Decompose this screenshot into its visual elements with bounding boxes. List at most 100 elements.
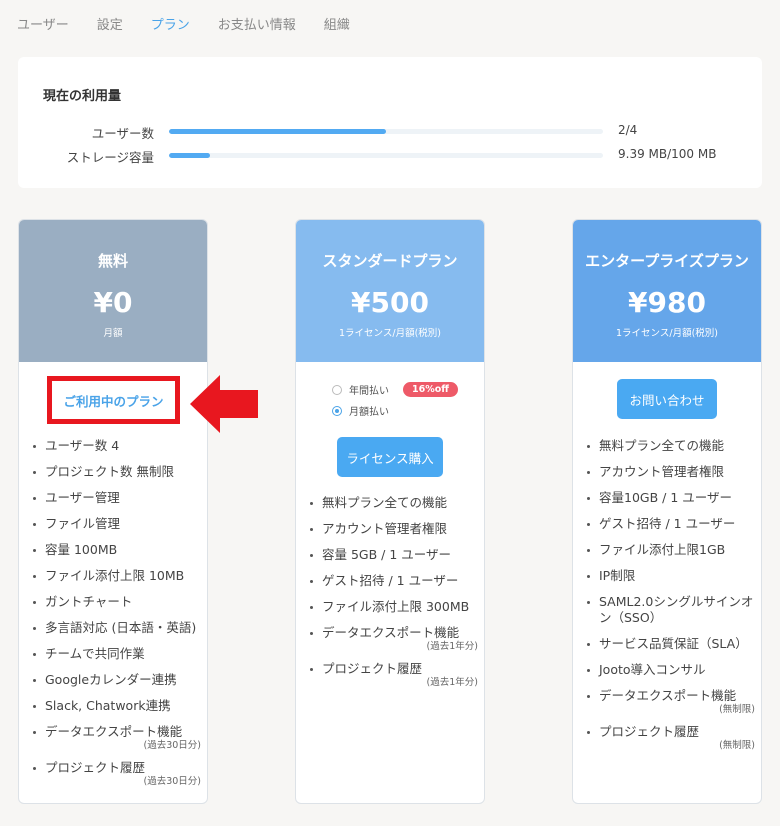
contact-us-button[interactable]: お問い合わせ [617, 379, 717, 419]
feature-item: SAML2.0シングルサインオン（SSO） [585, 594, 755, 626]
feature-text: データエクスポート機能 [599, 688, 737, 703]
usage-panel: 現在の利用量 ユーザー数 2/4 ストレージ容量 9.39 MB/100 MB [18, 57, 762, 188]
feature-item: ファイル添付上限 10MB [31, 568, 201, 584]
billing-yearly-label: 年間払い [349, 386, 389, 397]
feature-item: Jooto導入コンサル [585, 662, 755, 678]
feature-item: ファイル管理 [31, 516, 201, 532]
feature-item: IP制限 [585, 568, 755, 584]
plan-header-standard: スタンダードプラン ¥500 1ライセンス/月額(税別) [296, 220, 484, 362]
plan-card-standard: スタンダードプラン ¥500 1ライセンス/月額(税別) 年間払い 16%off… [295, 219, 485, 804]
feature-list: 無料プラン全ての機能 アカウント管理者権限容量10GB / 1 ユーザー ゲスト招待… [585, 438, 755, 760]
plan-price: ¥500 [351, 286, 429, 319]
plan-header-enterprise: エンタープライズプラン ¥980 1ライセンス/月額(税別) [573, 220, 761, 362]
feature-item: 容量10GB / 1 ユーザー [585, 490, 755, 506]
radio-monthly[interactable] [332, 405, 342, 416]
feature-subnote: (過去1年分) [426, 641, 478, 652]
plan-name: スタンダードプラン [322, 252, 458, 270]
feature-text: Googleカレンダー連携 [45, 672, 177, 687]
feature-item: プロジェクト数 無制限 [31, 464, 201, 480]
feature-item: チームで共同作業 [31, 646, 201, 662]
usage-progress-fill [169, 153, 210, 158]
feature-item: Slack, Chatwork連携 [31, 698, 201, 714]
feature-list: 無料プラン全ての機能 アカウント管理者権限 容量 5GB / 1 ユーザー ゲスト招待… [308, 495, 478, 697]
feature-text: ファイル管理 [45, 516, 121, 531]
feature-text: ユーザー管理 [45, 490, 120, 505]
billing-option-monthly[interactable]: 月額払い [332, 403, 389, 418]
billing-option-yearly[interactable]: 年間払い 16%off [332, 382, 458, 397]
plan-price-note: 月額 [103, 328, 123, 339]
plan-name: 無料 [97, 252, 128, 270]
feature-subnote: (過去1年分) [426, 677, 478, 688]
tab-settings[interactable]: 設定 [97, 14, 123, 33]
feature-text: データエクスポート機能 [45, 724, 183, 739]
plan-name: エンタープライズプラン [585, 252, 749, 270]
plan-header-free: 無料 ¥0 月額 [19, 220, 207, 362]
usage-label: ユーザー数 [91, 126, 154, 141]
tab-users[interactable]: ユーザー [17, 14, 69, 33]
feature-text: 無料プラン全ての機能 [322, 495, 448, 510]
plan-card-enterprise: エンタープライズプラン ¥980 1ライセンス/月額(税別) お問い合わせ 無料… [572, 219, 762, 804]
feature-text: 容量 100MB [45, 542, 118, 557]
feature-item: データエクスポート機能 (過去1年分) [308, 625, 478, 652]
feature-item: 多言語対応 (日本語・英語) [31, 620, 201, 636]
feature-item: プロジェクト履歴 (過去1年分) [308, 661, 478, 688]
feature-item: アカウント管理者権限 [585, 464, 755, 480]
feature-text: ファイル添付上限 300MB [322, 599, 470, 614]
feature-item: ファイル添付上限1GB [585, 542, 755, 558]
tab-plan[interactable]: プラン [151, 14, 190, 33]
feature-text: プロジェクト数 無制限 [45, 464, 174, 479]
usage-row-users: ユーザー数 2/4 [18, 123, 762, 143]
feature-text: アカウント管理者権限 [322, 521, 448, 536]
settings-tabs: ユーザー 設定 プラン お支払い情報 組織 [17, 14, 378, 33]
radio-yearly[interactable] [332, 384, 342, 395]
billing-monthly-label: 月額払い [349, 407, 389, 418]
discount-badge: 16%off [403, 382, 458, 397]
feature-text: データエクスポート機能 [322, 625, 460, 640]
usage-progress-track [169, 129, 603, 134]
feature-text: ガントチャート [45, 594, 133, 609]
feature-item: 容量 5GB / 1 ユーザー [308, 547, 478, 563]
feature-item: データエクスポート機能 (無制限) [585, 688, 755, 715]
plan-card-free: 無料 ¥0 月額 ご利用中のプラン ユーザー数 4 プロジェクト数 無制限 ユーザー… [18, 219, 208, 804]
feature-text: Jooto導入コンサル [599, 662, 706, 677]
plan-price: ¥980 [628, 286, 706, 319]
tab-organization[interactable]: 組織 [324, 14, 350, 33]
feature-item: サービス品質保証（SLA） [585, 636, 755, 652]
usage-progress-fill [169, 129, 386, 134]
feature-text: ファイル添付上限1GB [599, 542, 726, 557]
feature-text: ファイル添付上限 10MB [45, 568, 185, 583]
feature-text: サービス品質保証（SLA） [599, 636, 748, 651]
usage-value: 9.39 MB/100 MB [618, 147, 717, 161]
feature-text: 容量 5GB / 1 ユーザー [322, 547, 452, 562]
feature-subnote: (過去30日分) [143, 740, 201, 751]
feature-item: プロジェクト履歴 (無制限) [585, 724, 755, 751]
feature-text: アカウント管理者権限 [599, 464, 725, 479]
feature-subnote: (無制限) [719, 704, 755, 715]
feature-item: プロジェクト履歴 (過去30日分) [31, 760, 201, 787]
feature-text: ゲスト招待 / 1 ユーザー [322, 573, 459, 588]
feature-text: SAML2.0シングルサインオン（SSO） [599, 594, 754, 625]
red-arrow-icon [190, 375, 258, 433]
feature-item: アカウント管理者権限 [308, 521, 478, 537]
feature-text: 無料プラン全ての機能 [599, 438, 725, 453]
feature-subnote: (無制限) [719, 740, 755, 751]
feature-text: プロジェクト履歴 [45, 760, 146, 775]
plan-price-note: 1ライセンス/月額(税別) [616, 328, 718, 339]
current-plan-label: ご利用中のプラン [47, 376, 180, 424]
feature-text: ユーザー数 4 [45, 438, 120, 453]
plan-price-note: 1ライセンス/月額(税別) [339, 328, 441, 339]
feature-subnote: (過去30日分) [143, 776, 201, 787]
feature-item: ユーザー数 4 [31, 438, 201, 454]
purchase-license-button[interactable]: ライセンス購入 [337, 437, 443, 477]
feature-text: Slack, Chatwork連携 [45, 698, 171, 713]
usage-label: ストレージ容量 [66, 150, 154, 165]
feature-item: 無料プラン全ての機能 [308, 495, 478, 511]
feature-item: ユーザー管理 [31, 490, 201, 506]
plan-price: ¥0 [93, 286, 133, 319]
usage-title: 現在の利用量 [43, 89, 122, 104]
tab-billing[interactable]: お支払い情報 [218, 14, 296, 33]
feature-text: IP制限 [599, 568, 636, 583]
feature-item: 無料プラン全ての機能 [585, 438, 755, 454]
usage-value: 2/4 [618, 123, 638, 137]
feature-item: ゲスト招待 / 1 ユーザー [585, 516, 755, 532]
